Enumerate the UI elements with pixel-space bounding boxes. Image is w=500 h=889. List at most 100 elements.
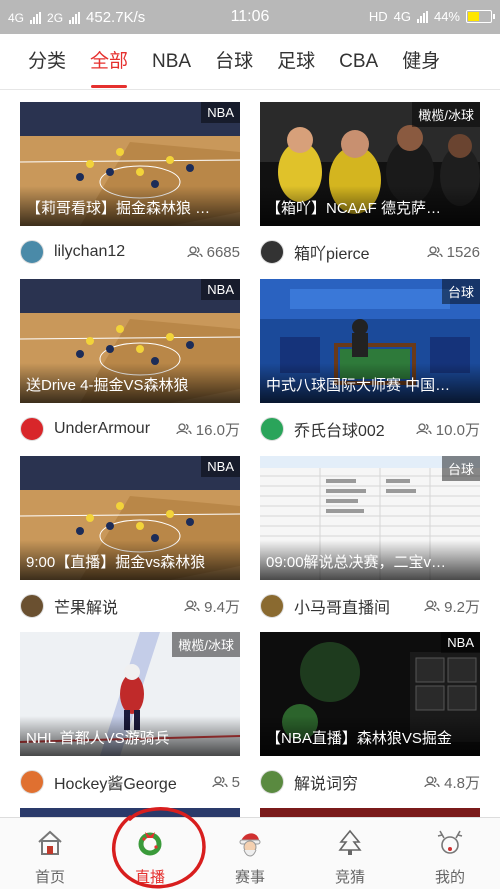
viewers-icon xyxy=(184,600,200,612)
card-meta: 解说词穷 4.8万 xyxy=(260,756,480,808)
viewers-icon xyxy=(186,246,203,258)
next-card-thumbnail xyxy=(20,808,240,817)
card-meta: UnderArmour 16.0万 xyxy=(20,403,240,455)
viewer-count: 9.4万 xyxy=(184,596,240,617)
status-bar: 4G 2G 452.7K/s 11:06 HD 4G 44% xyxy=(0,0,500,34)
viewer-count-value: 4.8万 xyxy=(444,774,480,792)
category-badge: 台球 xyxy=(441,279,480,304)
category-badge: NBA xyxy=(441,632,480,653)
viewer-count: 10.0万 xyxy=(416,419,480,440)
nav-wreath[interactable]: 直播 xyxy=(100,818,200,889)
live-title: 【箱吖】NCAAF 德克萨… xyxy=(260,186,480,226)
category-badge: NBA xyxy=(201,456,240,477)
avatar[interactable] xyxy=(260,417,284,441)
author-name[interactable]: UnderArmour xyxy=(54,420,176,438)
author-name[interactable]: 箱吖pierce xyxy=(294,240,427,264)
avatar[interactable] xyxy=(20,417,44,441)
category-badge: 台球 xyxy=(441,456,480,481)
nav-label: 我的 xyxy=(434,869,465,886)
nav-label: 直播 xyxy=(134,869,165,886)
live-title: 【NBA直播】森林狼VS掘金 xyxy=(260,716,480,756)
nav-label: 首页 xyxy=(34,869,65,886)
avatar[interactable] xyxy=(20,770,44,794)
viewers-icon xyxy=(424,776,440,788)
viewer-count: 4.8万 xyxy=(424,772,480,793)
tab-0[interactable]: 分类 xyxy=(0,34,78,89)
tab-2[interactable]: NBA xyxy=(140,34,203,89)
card-meta: 小马哥直播间 9.2万 xyxy=(260,580,480,632)
battery-percent: 44% xyxy=(433,9,460,24)
live-card[interactable]: NBA 9:00【直播】掘金vs森林狼 芒果解说 9.4万 xyxy=(20,456,240,632)
card-meta: lilychan12 6685 xyxy=(20,226,240,278)
santa-icon xyxy=(235,828,265,862)
tab-4[interactable]: 足球 xyxy=(265,34,327,89)
live-card[interactable]: 台球 09:00解说总决赛，二宝v… 小马哥直播间 9.2万 xyxy=(260,456,480,632)
reindeer-icon xyxy=(435,828,465,862)
author-name[interactable]: lilychan12 xyxy=(54,243,187,261)
card-meta: 箱吖pierce 1526 xyxy=(260,226,480,278)
nav-reindeer[interactable]: 我的 xyxy=(400,818,500,889)
viewer-count-value: 5 xyxy=(231,773,240,791)
live-thumbnail[interactable]: NBA 【NBA直播】森林狼VS掘金 xyxy=(260,632,480,756)
signal-icon-3 xyxy=(416,10,428,23)
category-badge: 橄榄/冰球 xyxy=(412,102,480,127)
tree-icon xyxy=(335,828,365,862)
author-name[interactable]: 芒果解说 xyxy=(54,594,184,618)
live-thumbnail[interactable]: NBA 送Drive 4-掘金VS森林狼 xyxy=(20,279,240,403)
avatar[interactable] xyxy=(260,240,284,264)
live-card[interactable]: 橄榄/冰球 NHL 首都人VS游骑兵 Hockey酱George 5 xyxy=(20,632,240,808)
live-title: 【莉哥看球】掘金森林狼 … xyxy=(20,186,240,226)
live-card[interactable]: NBA 【莉哥看球】掘金森林狼 … lilychan12 6685 xyxy=(20,102,240,278)
author-name[interactable]: 乔氏台球002 xyxy=(294,417,416,441)
live-card[interactable]: NBA 送Drive 4-掘金VS森林狼 UnderArmour 16.0万 xyxy=(20,279,240,455)
live-thumbnail[interactable]: NBA 9:00【直播】掘金vs森林狼 xyxy=(20,456,240,580)
live-thumbnail[interactable]: 橄榄/冰球【箱吖】NCAAF 德克萨… xyxy=(260,102,480,226)
home-icon xyxy=(35,828,65,862)
hd-label: HD xyxy=(368,9,388,24)
nav-label: 竞猜 xyxy=(334,869,365,886)
viewer-count-value: 6685 xyxy=(206,243,240,261)
wreath-icon xyxy=(135,828,165,862)
category-badge: NBA xyxy=(201,279,240,300)
author-name[interactable]: 小马哥直播间 xyxy=(294,594,424,618)
viewers-icon xyxy=(176,423,192,435)
live-thumbnail[interactable]: 台球 中式八球国际大师赛 中国… xyxy=(260,279,480,403)
category-tabs: 分类 全部 NBA 台球 足球 CBA 健身 xyxy=(0,34,500,90)
live-card[interactable]: NBA 【NBA直播】森林狼VS掘金解说词穷 4.8万 xyxy=(260,632,480,808)
live-grid: NBA 【莉哥看球】掘金森林狼 … lilychan12 6685 橄榄/冰球【箱吖】N… xyxy=(0,90,500,817)
viewers-icon xyxy=(212,776,228,788)
viewer-count: 1526 xyxy=(426,243,480,261)
avatar[interactable] xyxy=(20,594,44,618)
live-thumbnail[interactable]: 橄榄/冰球 NHL 首都人VS游骑兵 xyxy=(20,632,240,756)
live-thumbnail[interactable]: NBA 【莉哥看球】掘金森林狼 … xyxy=(20,102,240,226)
viewer-count: 5 xyxy=(212,774,240,791)
live-title: 09:00解说总决赛，二宝v… xyxy=(260,540,480,580)
avatar[interactable] xyxy=(260,770,284,794)
category-badge: NBA xyxy=(201,102,240,123)
viewer-count-value: 1526 xyxy=(446,243,480,261)
live-title: 9:00【直播】掘金vs森林狼 xyxy=(20,540,240,580)
avatar[interactable] xyxy=(260,594,284,618)
card-meta: 芒果解说 9.4万 xyxy=(20,580,240,632)
tab-1[interactable]: 全部 xyxy=(78,34,140,89)
viewer-count-value: 10.0万 xyxy=(435,421,480,439)
viewers-icon xyxy=(424,600,440,612)
live-card[interactable]: 台球 中式八球国际大师赛 中国… 乔氏台球002 10.0万 xyxy=(260,279,480,455)
avatar[interactable] xyxy=(20,240,44,264)
author-name[interactable]: Hockey酱George xyxy=(54,770,212,794)
live-card[interactable]: 橄榄/冰球【箱吖】NCAAF 德克萨… 箱吖pierce 1526 xyxy=(260,102,480,278)
viewer-count: 16.0万 xyxy=(176,419,240,440)
next-card-thumbnail xyxy=(260,808,480,817)
nav-home[interactable]: 首页 xyxy=(0,818,100,889)
author-name[interactable]: 解说词穷 xyxy=(294,770,424,794)
viewer-count-value: 9.2万 xyxy=(444,598,480,616)
live-thumbnail[interactable]: 台球 09:00解说总决赛，二宝v… xyxy=(260,456,480,580)
nav-tree[interactable]: 竞猜 xyxy=(300,818,400,889)
nav-santa[interactable]: 赛事 xyxy=(200,818,300,889)
network-label-3: 4G xyxy=(393,9,411,24)
viewer-count: 6685 xyxy=(186,243,240,261)
tab-3[interactable]: 台球 xyxy=(203,34,265,89)
viewers-icon xyxy=(416,423,432,435)
tab-6[interactable]: 健身 xyxy=(390,34,452,89)
tab-5[interactable]: CBA xyxy=(327,34,390,89)
